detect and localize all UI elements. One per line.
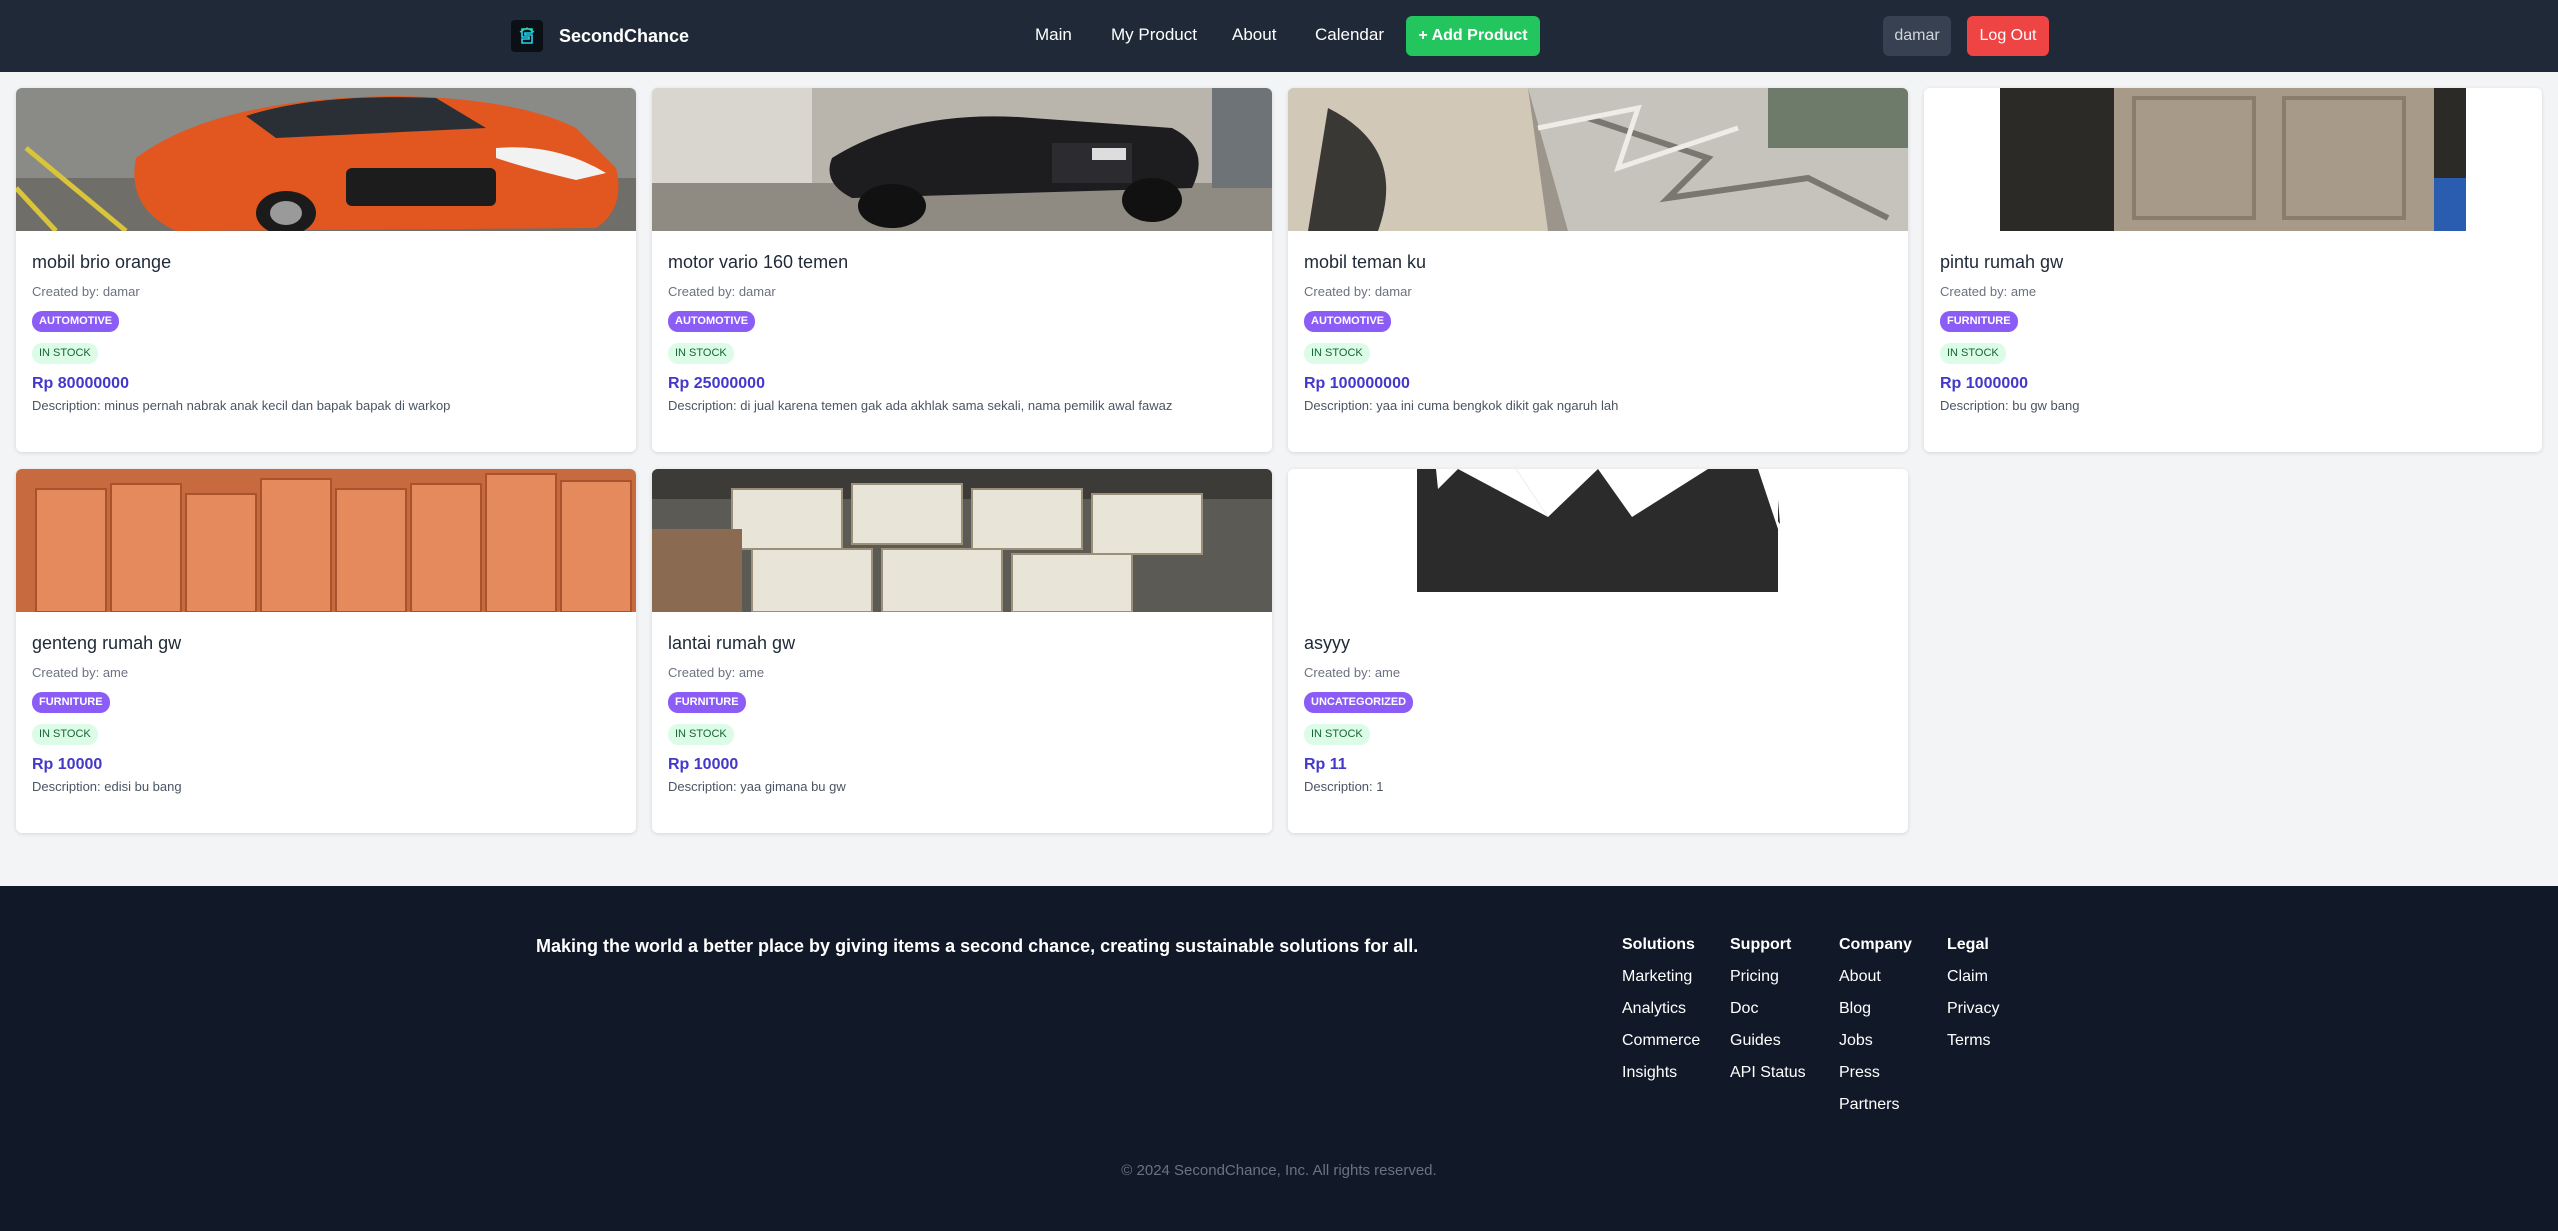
product-price: Rp 25000000 [668, 375, 765, 392]
product-price: Rp 11 [1304, 756, 1347, 773]
category-badge: FURNITURE [32, 692, 110, 713]
product-image [16, 88, 636, 231]
footer-column-title: Support [1730, 936, 1792, 953]
stock-badge: IN STOCK [668, 343, 734, 364]
site-footer: Making the world a better place by givin… [0, 886, 2558, 1231]
product-price: Rp 1000000 [1940, 375, 2029, 392]
nav-link-my-product[interactable]: My Product [1111, 25, 1197, 45]
stock-badge: IN STOCK [32, 343, 98, 364]
product-image [652, 88, 1272, 231]
product-title[interactable]: mobil brio orange [32, 252, 620, 276]
product-creator: Created by: ame [32, 665, 129, 680]
stock-badge: IN STOCK [32, 724, 98, 745]
footer-link[interactable]: Partners [1839, 1096, 1912, 1128]
product-image [652, 469, 1272, 612]
product-price: Rp 80000000 [32, 375, 129, 392]
product-price: Rp 10000 [32, 756, 103, 773]
footer-link[interactable]: Doc [1730, 1000, 1806, 1032]
product-image [1288, 88, 1908, 231]
footer-link[interactable]: Guides [1730, 1032, 1806, 1064]
product-card[interactable]: motor vario 160 temen Created by: damar … [652, 88, 1272, 452]
product-creator: Created by: damar [32, 284, 140, 299]
username-badge[interactable]: damar [1883, 16, 1951, 56]
product-description: Description: minus pernah nabrak anak ke… [32, 398, 451, 413]
nav-link-calendar[interactable]: Calendar [1315, 25, 1384, 45]
footer-link[interactable]: Terms [1947, 1032, 1999, 1064]
add-product-button[interactable]: + Add Product [1406, 16, 1540, 56]
footer-link[interactable]: Insights [1622, 1064, 1700, 1096]
category-badge: AUTOMOTIVE [32, 311, 120, 332]
footer-column-legal: Legal Claim Privacy Terms [1947, 936, 1999, 1064]
product-price: Rp 100000000 [1304, 375, 1410, 392]
product-title[interactable]: lantai rumah gw [668, 633, 1256, 657]
stock-badge: IN STOCK [668, 724, 734, 745]
footer-link[interactable]: Privacy [1947, 1000, 1999, 1032]
product-price: Rp 10000 [668, 756, 739, 773]
top-navbar: SecondChance Main My Product About Calen… [0, 0, 2558, 72]
product-title[interactable]: mobil teman ku [1304, 252, 1892, 276]
category-badge: FURNITURE [1940, 311, 2018, 332]
product-card[interactable]: genteng rumah gw Created by: ame FURNITU… [16, 469, 636, 833]
nav-link-main[interactable]: Main [1035, 25, 1072, 45]
stock-badge: IN STOCK [1304, 724, 1370, 745]
logout-button[interactable]: Log Out [1967, 16, 2049, 56]
footer-link[interactable]: Jobs [1839, 1032, 1912, 1064]
product-image [1924, 88, 2542, 231]
footer-column-solutions: Solutions Marketing Analytics Commerce I… [1622, 936, 1700, 1096]
footer-link[interactable]: Press [1839, 1064, 1912, 1096]
footer-column-title: Solutions [1622, 936, 1695, 953]
category-badge: FURNITURE [668, 692, 746, 713]
product-title[interactable]: motor vario 160 temen [668, 252, 1256, 276]
product-creator: Created by: ame [1940, 284, 2037, 299]
product-creator: Created by: damar [1304, 284, 1412, 299]
footer-link[interactable]: Marketing [1622, 968, 1700, 1000]
footer-link[interactable]: Analytics [1622, 1000, 1700, 1032]
product-description: Description: bu gw bang [1940, 398, 2080, 413]
footer-link[interactable]: Blog [1839, 1000, 1912, 1032]
product-title[interactable]: pintu rumah gw [1940, 252, 2526, 276]
category-badge: AUTOMOTIVE [668, 311, 756, 332]
footer-column-support: Support Pricing Doc Guides API Status [1730, 936, 1806, 1096]
stock-badge: IN STOCK [1940, 343, 2006, 364]
product-description: Description: di jual karena temen gak ad… [668, 398, 1173, 413]
product-card[interactable]: lantai rumah gw Created by: ame FURNITUR… [652, 469, 1272, 833]
nav-link-about[interactable]: About [1232, 25, 1276, 45]
footer-column-title: Company [1839, 936, 1912, 953]
brand[interactable]: SecondChance [511, 20, 689, 52]
product-card[interactable]: mobil brio orange Created by: damar AUTO… [16, 88, 636, 452]
product-creator: Created by: ame [1304, 665, 1401, 680]
product-description: Description: 1 [1304, 779, 1384, 794]
stock-badge: IN STOCK [1304, 343, 1370, 364]
product-image [16, 469, 636, 612]
footer-link[interactable]: Commerce [1622, 1032, 1700, 1064]
category-badge: UNCATEGORIZED [1304, 692, 1414, 713]
product-card[interactable]: mobil teman ku Created by: damar AUTOMOT… [1288, 88, 1908, 452]
footer-link[interactable]: Pricing [1730, 968, 1806, 1000]
product-creator: Created by: ame [668, 665, 765, 680]
footer-link[interactable]: About [1839, 968, 1912, 1000]
footer-tagline: Making the world a better place by givin… [536, 936, 1419, 956]
product-description: Description: yaa gimana bu gw [668, 779, 846, 794]
product-title[interactable]: asyyy [1304, 633, 1892, 657]
product-card[interactable]: pintu rumah gw Created by: ame FURNITURE… [1924, 88, 2542, 452]
footer-column-title: Legal [1947, 936, 1989, 953]
footer-link[interactable]: API Status [1730, 1064, 1806, 1096]
footer-column-company: Company About Blog Jobs Press Partners [1839, 936, 1912, 1128]
product-description: Description: edisi bu bang [32, 779, 182, 794]
category-badge: AUTOMOTIVE [1304, 311, 1392, 332]
product-description: Description: yaa ini cuma bengkok dikit … [1304, 398, 1619, 413]
footer-link[interactable]: Claim [1947, 968, 1999, 1000]
brand-name: SecondChance [559, 25, 690, 46]
product-card[interactable]: asyyy Created by: ame UNCATEGORIZED IN S… [1288, 469, 1908, 833]
product-image [1288, 469, 1908, 612]
logo-icon [511, 20, 543, 52]
product-creator: Created by: damar [668, 284, 776, 299]
product-title[interactable]: genteng rumah gw [32, 633, 620, 657]
copyright-text: © 2024 SecondChance, Inc. All rights res… [1121, 1162, 1437, 1179]
